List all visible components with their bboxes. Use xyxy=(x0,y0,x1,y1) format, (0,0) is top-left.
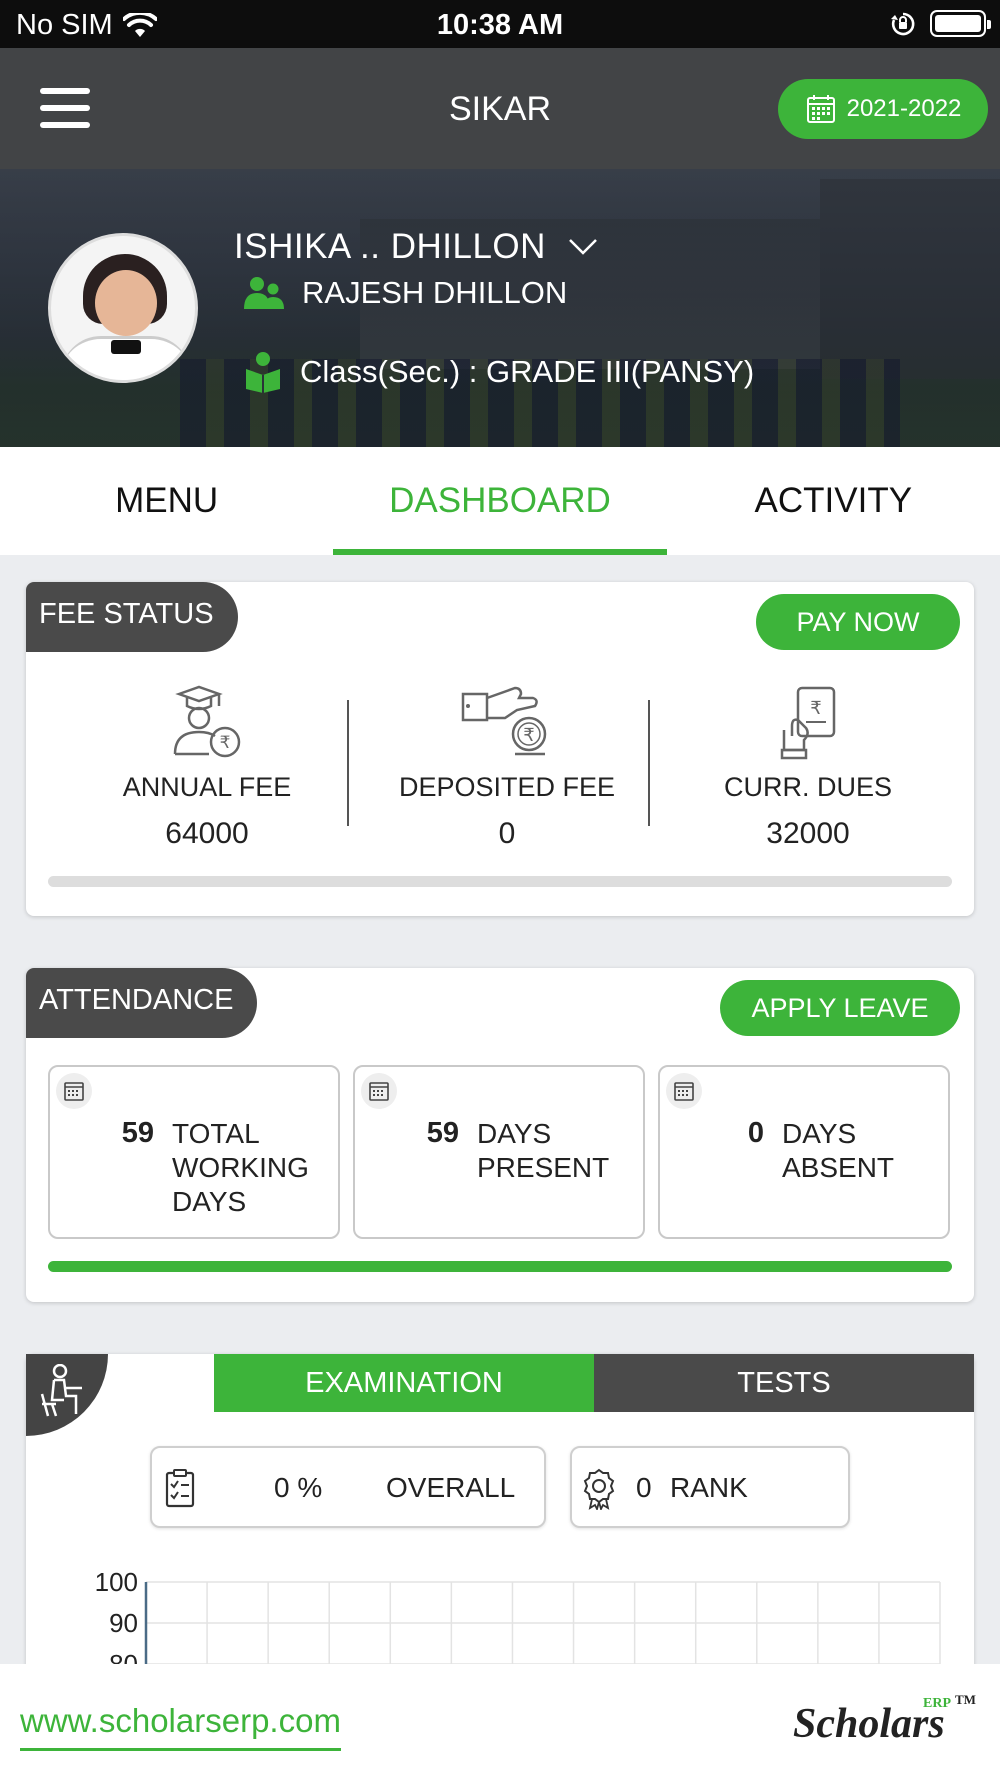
student-name-selector[interactable]: ISHIKA .. DHILLON xyxy=(234,227,598,267)
deposited-fee-label: DEPOSITED FEE xyxy=(398,772,616,802)
session-year-button[interactable]: 2021-2022 xyxy=(778,79,988,139)
rank-value: 0 xyxy=(636,1472,652,1503)
tab-activity[interactable]: ACTIVITY xyxy=(667,447,1000,555)
total-working-days-box: 59 TOTAL WORKING DAYS xyxy=(48,1065,340,1239)
days-absent-box: 0 DAYS ABSENT xyxy=(658,1065,950,1239)
orientation-lock-icon xyxy=(891,12,915,35)
status-right xyxy=(890,10,991,37)
deposited-fee-item: ₹ DEPOSITED FEE 0 xyxy=(367,682,647,851)
svg-text:₹: ₹ xyxy=(523,725,534,746)
svg-text:₹: ₹ xyxy=(810,698,821,719)
rank-box: 0 RANK xyxy=(570,1446,850,1528)
annual-fee-label: ANNUAL FEE xyxy=(122,772,292,802)
session-year-label: 2021-2022 xyxy=(846,95,962,122)
scholars-erp-logo: Scholars ERP TM xyxy=(793,1692,976,1748)
chart-y-tick-label: 100 xyxy=(95,1567,138,1597)
days-absent-value: 0 xyxy=(747,1117,764,1149)
brand-tm: TM xyxy=(955,1692,976,1707)
overall-percentage-box: 0 % OVERALL xyxy=(150,1446,546,1528)
brand-name: Scholars xyxy=(793,1701,945,1747)
status-time: 10:38 AM xyxy=(436,9,564,41)
school-building-background xyxy=(820,179,1000,379)
graduate-fee-icon: ₹ xyxy=(173,685,241,758)
overall-label: OVERALL xyxy=(386,1472,516,1503)
chevron-down-icon xyxy=(569,239,597,255)
student-banner: ISHIKA .. DHILLON RAJESH DHILLON Class(S… xyxy=(0,169,1000,447)
rank-label: RANK xyxy=(670,1472,748,1503)
attendance-title: ATTENDANCE xyxy=(26,968,258,1038)
parent-name: RAJESH DHILLON xyxy=(302,275,568,310)
calendar-icon xyxy=(56,1073,92,1109)
fee-status-title: FEE STATUS xyxy=(26,582,238,652)
award-ribbon-icon xyxy=(583,1468,615,1510)
days-absent-label: DAYS ABSENT xyxy=(782,1118,895,1183)
attendance-progress-bar xyxy=(48,1261,952,1272)
svg-text:₹: ₹ xyxy=(220,733,231,753)
exam-badge xyxy=(26,1354,108,1436)
days-present-label: DAYS PRESENT xyxy=(477,1118,610,1183)
brand-erp: ERP xyxy=(923,1696,951,1711)
phone-payment-icon: ₹ xyxy=(780,686,836,760)
attendance-progress-fill xyxy=(48,1261,952,1272)
student-avatar[interactable] xyxy=(48,233,198,383)
hand-coin-icon: ₹ xyxy=(461,686,547,756)
deposited-fee-value: 0 xyxy=(498,817,516,850)
current-dues-value: 32000 xyxy=(766,817,850,850)
calendar-icon xyxy=(666,1073,702,1109)
tab-examination[interactable]: EXAMINATION xyxy=(214,1354,594,1412)
parent-info: RAJESH DHILLON xyxy=(242,275,567,311)
student-reading-icon xyxy=(246,352,280,393)
parents-icon xyxy=(244,277,284,309)
divider xyxy=(648,700,650,826)
student-name: ISHIKA .. DHILLON xyxy=(234,227,546,266)
apply-leave-button[interactable]: APPLY LEAVE xyxy=(720,980,960,1036)
class-info: Class(Sec.) : GRADE III(PANSY) xyxy=(242,351,754,393)
calendar-icon xyxy=(361,1073,397,1109)
footer: www.scholarserp.com Scholars ERP TM xyxy=(0,1664,1000,1778)
examination-card: EXAMINATION TESTS 0 % OVERALL 0 RANK 100… xyxy=(26,1354,974,1684)
annual-fee-value: 64000 xyxy=(165,817,249,850)
overall-percentage-value: 0 % xyxy=(274,1472,323,1503)
battery-icon xyxy=(930,10,991,37)
pay-now-button[interactable]: PAY NOW xyxy=(756,594,960,650)
calendar-icon xyxy=(806,95,835,123)
tab-tests[interactable]: TESTS xyxy=(594,1354,974,1412)
main-tabs: MENU DASHBOARD ACTIVITY xyxy=(0,447,1000,555)
student-desk-icon xyxy=(40,1364,82,1417)
tab-dashboard[interactable]: DASHBOARD xyxy=(333,447,667,555)
exam-tabs: EXAMINATION TESTS xyxy=(214,1354,974,1412)
days-present-value: 59 xyxy=(426,1117,459,1149)
fee-progress-bar xyxy=(48,876,952,887)
app-bar: SIKAR 2021-2022 xyxy=(0,48,1000,169)
checklist-icon xyxy=(165,1469,195,1508)
status-bar: No SIM 10:38 AM xyxy=(0,0,1000,48)
class-section: Class(Sec.) : GRADE III(PANSY) xyxy=(300,354,755,389)
annual-fee-item: ₹ ANNUAL FEE 64000 xyxy=(67,682,347,851)
divider xyxy=(347,700,349,826)
chart-y-tick-label: 90 xyxy=(109,1608,138,1638)
tab-menu[interactable]: MENU xyxy=(0,447,333,555)
total-working-days-value: 59 xyxy=(121,1117,154,1149)
total-working-days-label: TOTAL WORKING DAYS xyxy=(172,1118,309,1217)
current-dues-item: ₹ CURR. DUES 32000 xyxy=(668,682,948,851)
days-present-box: 59 DAYS PRESENT xyxy=(353,1065,645,1239)
website-link[interactable]: www.scholarserp.com xyxy=(20,1702,341,1751)
fee-status-card: FEE STATUS PAY NOW ₹ ANNUAL FEE 64000 ₹ … xyxy=(26,582,974,916)
attendance-card: ATTENDANCE APPLY LEAVE 59 TOTAL WORKING … xyxy=(26,968,974,1302)
current-dues-label: CURR. DUES xyxy=(723,772,892,802)
